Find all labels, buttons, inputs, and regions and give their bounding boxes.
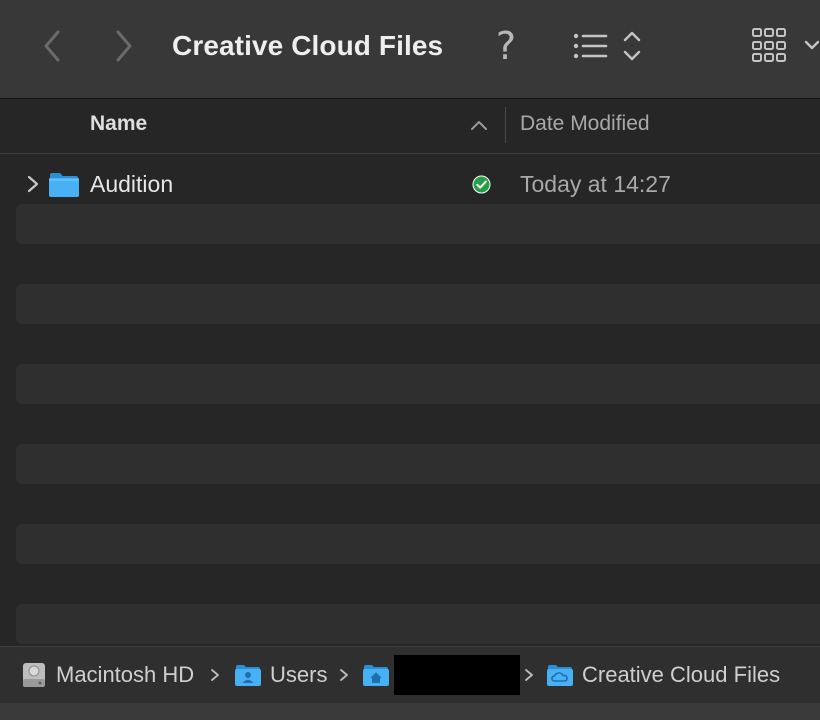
file-list: Audition Today at 14:27 (0, 154, 820, 644)
synced-check-icon (472, 175, 491, 194)
redacted-username (394, 655, 520, 695)
path-crumb-home[interactable] (362, 655, 390, 695)
path-crumb-macintosh-hd[interactable]: Macintosh HD (20, 655, 194, 695)
path-crumb-creative-cloud-files[interactable]: Creative Cloud Files (546, 655, 780, 695)
list-view-icon (573, 31, 641, 61)
empty-row-stripe (16, 204, 820, 244)
forward-button[interactable] (106, 26, 142, 66)
empty-row-stripe (16, 604, 820, 644)
path-bar: Macintosh HD Users Creative Cloud Files (0, 646, 820, 703)
path-separator-icon (337, 655, 351, 695)
empty-row-stripe (16, 444, 820, 484)
disclosure-chevron-right-icon[interactable] (24, 174, 42, 194)
item-date-modified: Today at 14:27 (520, 171, 671, 197)
sort-ascending-icon[interactable] (468, 115, 490, 135)
crumb-label: Users (270, 662, 328, 687)
folder-icon (49, 173, 79, 197)
creative-cloud-folder-icon (547, 665, 573, 686)
chevron-up-down-icon (623, 31, 641, 42)
help-button[interactable]: ? (488, 24, 524, 68)
empty-row-stripe (16, 284, 820, 324)
home-folder-icon (363, 665, 389, 686)
window-title: Creative Cloud Files (172, 30, 444, 61)
path-crumb-users[interactable]: Users (234, 655, 327, 695)
icon-grid-view-icon (752, 28, 820, 62)
list-item[interactable]: Audition Today at 14:27 (0, 164, 820, 204)
chevron-down-icon (804, 40, 820, 50)
column-date-modified-header[interactable]: Date Modified (520, 99, 650, 153)
path-separator-icon (522, 655, 536, 695)
path-separator-icon (208, 655, 222, 695)
empty-row-stripe (16, 364, 820, 404)
group-view-button[interactable] (748, 24, 820, 68)
crumb-label: Macintosh HD (56, 662, 195, 687)
window-bottom-edge (0, 703, 820, 720)
item-name: Audition (90, 171, 174, 197)
column-divider[interactable] (505, 107, 506, 143)
back-button[interactable] (34, 26, 70, 66)
hard-drive-icon (23, 663, 45, 687)
empty-row-stripe (16, 524, 820, 564)
users-folder-icon (235, 665, 261, 686)
chevron-left-icon (44, 30, 60, 62)
crumb-label: Creative Cloud Files (582, 662, 781, 687)
toolbar: Creative Cloud Files ? (0, 0, 820, 99)
finder-window: Creative Cloud Files ? Name Date Modifie… (0, 0, 820, 720)
view-options-button[interactable] (570, 26, 646, 66)
column-header: Name Date Modified (0, 99, 820, 154)
column-name-header[interactable]: Name (90, 99, 147, 153)
chevron-right-icon (116, 30, 132, 62)
